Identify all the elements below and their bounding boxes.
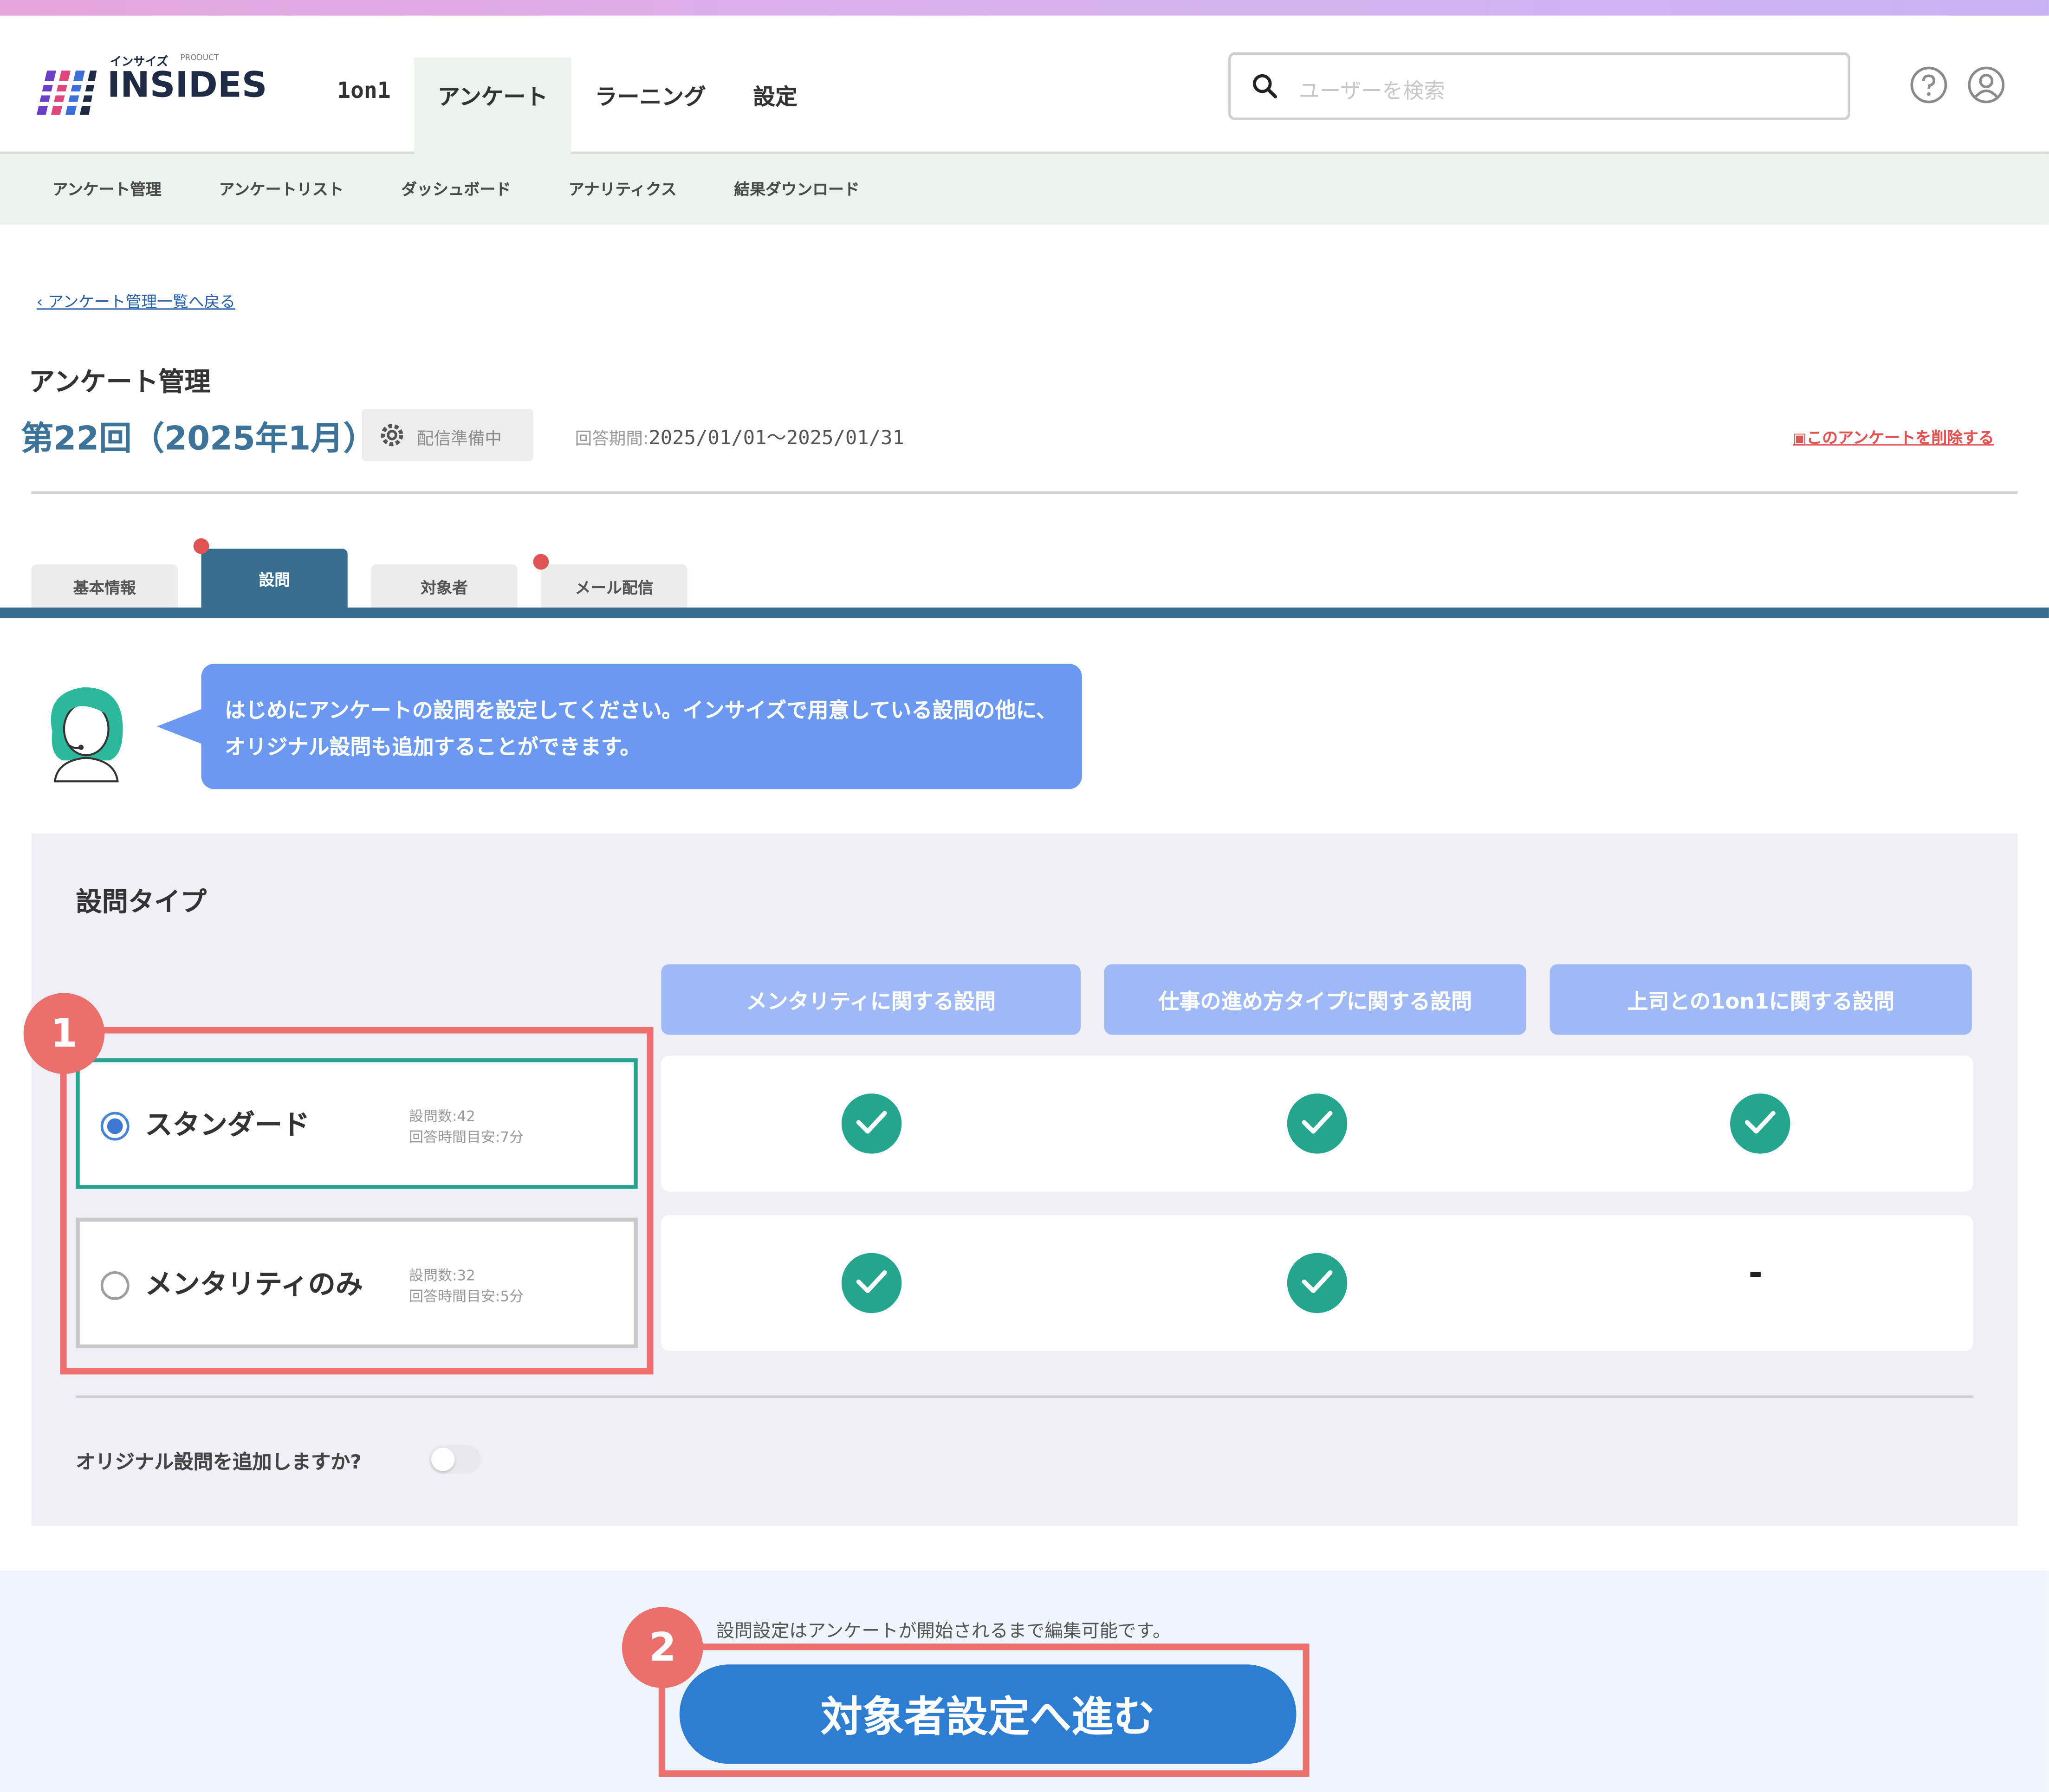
subnav-survey-management[interactable]: アンケート管理: [52, 178, 162, 200]
mentality-only-row: -: [661, 1215, 1973, 1351]
standard-row: [661, 1055, 1973, 1192]
column-header-work-style: 仕事の進め方タイプに関する設問: [1104, 964, 1526, 1035]
check-icon: [1730, 1093, 1790, 1154]
nav-survey[interactable]: アンケート: [414, 57, 571, 155]
search-placeholder: ユーザーを検索: [1299, 78, 1445, 104]
tab-label: 設問: [259, 570, 290, 589]
not-included-dash: -: [1748, 1254, 1763, 1294]
back-link[interactable]: ‹ アンケート管理一覧へ戻る: [37, 290, 235, 312]
top-gradient-strip: [0, 0, 2049, 16]
column-header-1on1: 上司との1on1に関する設問: [1550, 964, 1972, 1035]
tab-questions[interactable]: 設問: [193, 538, 348, 609]
tab-underline: [0, 607, 2049, 618]
delete-survey-label: このアンケートを削除する: [1806, 428, 1994, 447]
step-badge-2: 2: [622, 1607, 703, 1688]
status-badge: 配信準備中: [362, 409, 533, 461]
panel-title: 設問タイプ: [76, 886, 207, 918]
header: インサイズ PRODUCT INSIDES 1on1 アンケート ラーニング 設…: [0, 15, 2049, 155]
logo[interactable]: インサイズ PRODUCT INSIDES: [36, 53, 272, 120]
user-icon[interactable]: [1967, 65, 2006, 104]
page-title: アンケート管理: [28, 366, 211, 397]
delete-survey-link[interactable]: ▣このアンケートを削除する: [1793, 426, 1994, 448]
logo-product-text: PRODUCT: [180, 53, 219, 63]
subnav-dashboard[interactable]: ダッシュボード: [401, 178, 511, 200]
panel-divider: [76, 1395, 1973, 1398]
answer-period: 回答期間:2025/01/01〜2025/01/31: [575, 423, 904, 451]
toggle-knob: [431, 1448, 455, 1471]
highlight-box-options: [60, 1027, 654, 1375]
notification-dot: [533, 554, 549, 570]
bubble-tail: [156, 708, 204, 745]
divider: [31, 491, 2018, 494]
period-label: 回答期間:: [575, 430, 649, 450]
nav-1on1[interactable]: 1on1: [314, 58, 415, 154]
search-icon: [1253, 74, 1277, 98]
assistant-avatar-icon: [51, 687, 123, 783]
tab-label: 基本情報: [73, 578, 136, 597]
status-text: 配信準備中: [416, 430, 502, 450]
logo-text: INSIDES: [107, 65, 267, 106]
check-icon: [841, 1093, 902, 1154]
check-icon: [1287, 1093, 1348, 1154]
add-original-question-label: オリジナル設問を追加しますか?: [76, 1450, 362, 1474]
column-header-mentality: メンタリティに関する設問: [661, 964, 1081, 1035]
add-original-question-toggle[interactable]: [428, 1445, 481, 1474]
tab-label: メール配信: [575, 578, 654, 597]
edit-note: 設問設定はアンケートが開始されるまで編集可能です。: [716, 1621, 1171, 1643]
check-icon: [1287, 1253, 1348, 1313]
step-badge-1: 1: [23, 993, 105, 1074]
nav-settings[interactable]: 設定: [730, 58, 821, 154]
tab-basic-info[interactable]: 基本情報: [31, 564, 178, 609]
gear-icon: [381, 424, 403, 446]
main-nav: 1on1 アンケート ラーニング 設定: [314, 57, 821, 155]
trash-icon: ▣: [1793, 430, 1807, 447]
notification-dot: [193, 538, 209, 554]
subnav-download[interactable]: 結果ダウンロード: [734, 178, 859, 200]
logo-mark-icon: [36, 71, 97, 115]
check-icon: [841, 1253, 902, 1313]
tab-label: 対象者: [421, 578, 468, 597]
survey-title: 第22回（2025年1月）: [21, 419, 376, 458]
subnav-survey-list[interactable]: アンケートリスト: [219, 178, 344, 200]
help-icon[interactable]: [1909, 65, 1948, 104]
highlight-box-cta: [658, 1643, 1310, 1777]
tab-mail-delivery[interactable]: メール配信: [533, 554, 687, 609]
nav-learning[interactable]: ラーニング: [571, 58, 730, 154]
sub-nav: アンケート管理 アンケートリスト ダッシュボード アナリティクス 結果ダウンロー…: [0, 154, 2049, 225]
tab-targets[interactable]: 対象者: [371, 564, 518, 609]
guide-bubble: はじめにアンケートの設問を設定してください。インサイズで用意している設問の他に、…: [201, 664, 1082, 789]
search-input[interactable]: ユーザーを検索: [1228, 52, 1851, 120]
period-value: 2025/01/01〜2025/01/31: [648, 426, 905, 450]
subnav-analytics[interactable]: アナリティクス: [569, 178, 677, 200]
app-screen: インサイズ PRODUCT INSIDES 1on1 アンケート ラーニング 設…: [0, 0, 2049, 1792]
